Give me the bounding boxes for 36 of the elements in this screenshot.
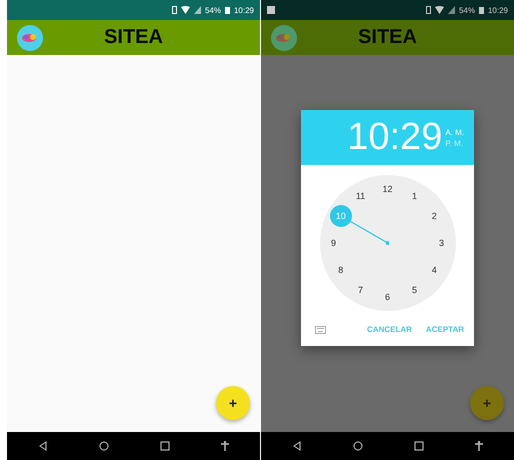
back-icon[interactable]	[292, 441, 302, 451]
phone-icon	[172, 6, 177, 14]
dial-number[interactable]: 1	[412, 191, 417, 202]
dial-number[interactable]: 8	[338, 265, 344, 275]
status-time: 10:29	[488, 6, 508, 14]
accessibility-icon[interactable]	[474, 441, 483, 451]
dial-number[interactable]: 2	[432, 211, 437, 221]
wifi-icon	[180, 6, 190, 14]
image-icon	[267, 6, 275, 14]
app-title: SITEA	[358, 26, 417, 49]
recents-icon[interactable]	[160, 441, 170, 451]
wifi-icon	[434, 6, 444, 14]
app-title: SITEA	[104, 26, 163, 49]
dial-number[interactable]: 5	[412, 284, 417, 295]
dial-number[interactable]: 4	[432, 265, 437, 275]
signal-icon	[448, 6, 455, 14]
dial-number[interactable]: 12	[382, 184, 392, 194]
recents-icon[interactable]	[414, 441, 424, 451]
dial-number[interactable]: 3	[439, 238, 444, 248]
signal-icon	[194, 6, 201, 14]
dial-number[interactable]: 6	[385, 292, 390, 302]
back-icon[interactable]	[38, 441, 48, 451]
add-button[interactable]: +	[216, 386, 250, 420]
home-icon[interactable]	[99, 441, 110, 451]
dial-number[interactable]: 7	[358, 284, 363, 295]
dial-number[interactable]: 11	[356, 191, 366, 202]
battery-percent: 54%	[458, 6, 475, 14]
battery-icon	[224, 6, 230, 14]
accessibility-icon[interactable]	[220, 441, 229, 451]
dial-number[interactable]: 9	[331, 238, 336, 248]
battery-icon	[478, 6, 484, 14]
phone-icon	[426, 6, 431, 14]
home-icon[interactable]	[353, 441, 364, 451]
status-time: 10:29	[234, 6, 254, 14]
battery-percent: 54%	[204, 6, 221, 14]
clock-dial[interactable]: 12 1 2 3 4 5 6 7 8 9 10 11	[320, 175, 456, 311]
